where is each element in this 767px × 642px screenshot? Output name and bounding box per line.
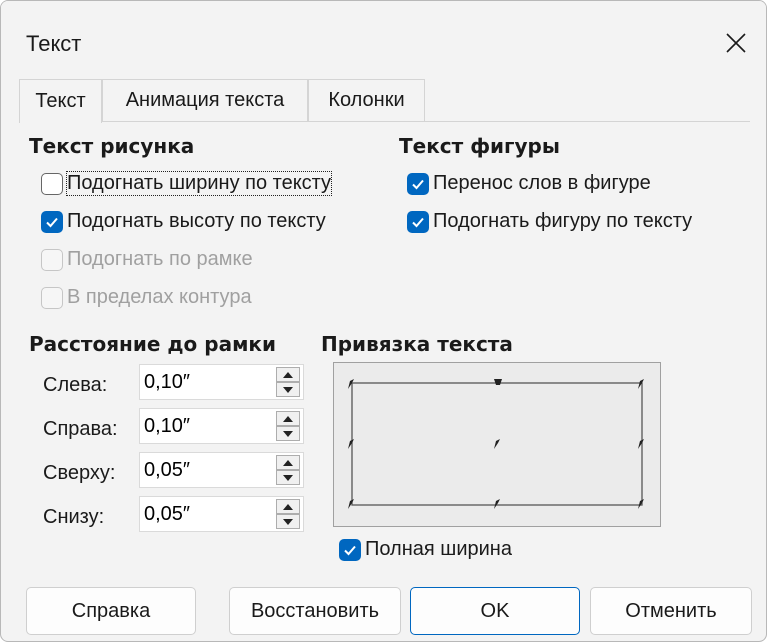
top-margin-input[interactable] — [144, 456, 264, 484]
arrow-down-icon — [283, 474, 293, 481]
bottom-margin-input[interactable] — [144, 500, 264, 528]
right-margin-label: Справа: — [43, 418, 118, 440]
anchor-grid — [348, 379, 644, 509]
anchor-point-middle-right[interactable] — [638, 439, 644, 449]
spin-up-button[interactable] — [276, 367, 300, 382]
cancel-button[interactable]: Отменить — [590, 587, 752, 635]
tab-text-animation[interactable]: Анимация текста — [102, 79, 308, 121]
fit-frame-checkbox — [41, 248, 63, 271]
spin-down-button[interactable] — [276, 382, 300, 397]
full-width-label: Полная ширина — [365, 538, 512, 560]
anchor-point-center[interactable] — [494, 439, 500, 449]
fit-shape-option[interactable]: Подогнать фигуру по тексту — [407, 210, 692, 233]
ok-button[interactable]: OK — [410, 587, 580, 635]
within-contour-checkbox — [41, 286, 63, 309]
top-margin-label: Сверху: — [43, 462, 116, 484]
fit-shape-checkbox[interactable] — [407, 210, 429, 233]
word-wrap-label: Перенос слов в фигуре — [433, 172, 651, 194]
fit-height-option[interactable]: Подогнать высоту по тексту — [41, 210, 326, 233]
word-wrap-option[interactable]: Перенос слов в фигуре — [407, 172, 651, 195]
spin-up-button[interactable] — [276, 411, 300, 426]
within-contour-label: В пределах контура — [67, 286, 252, 308]
within-contour-option: В пределах контура — [41, 286, 252, 309]
tab-panel: Текст рисунка Подогнать ширину по тексту… — [19, 121, 750, 577]
arrow-down-icon — [283, 386, 293, 393]
fit-shape-label: Подогнать фигуру по тексту — [433, 210, 693, 232]
arrow-up-icon — [283, 503, 293, 510]
spin-up-button[interactable] — [276, 455, 300, 470]
dialog-title: Текст — [26, 31, 82, 56]
spin-up-button[interactable] — [276, 499, 300, 514]
anchor-heading: Привязка текста — [321, 332, 513, 356]
bottom-margin-label: Снизу: — [43, 506, 105, 528]
spin-down-button[interactable] — [276, 426, 300, 441]
restore-button[interactable]: Восстановить — [229, 587, 401, 635]
left-margin-label: Слева: — [43, 374, 108, 396]
anchor-point-top-left[interactable] — [348, 379, 354, 389]
help-button[interactable]: Справка — [26, 587, 196, 635]
anchor-point-bottom-left[interactable] — [348, 499, 354, 509]
checkmark-icon — [344, 545, 356, 555]
fit-width-option[interactable]: Подогнать ширину по тексту — [41, 171, 333, 196]
anchor-point-bottom-center[interactable] — [494, 499, 500, 509]
text-dialog: Текст Текст Анимация текста Колонки Текс… — [0, 0, 767, 642]
bottom-margin-spinner — [139, 496, 304, 532]
anchor-point-middle-left[interactable] — [348, 439, 354, 449]
margins-heading: Расстояние до рамки — [29, 332, 277, 356]
close-icon — [726, 33, 746, 53]
title-bar: Текст — [1, 1, 766, 79]
checkmark-icon — [46, 217, 58, 227]
arrow-down-icon — [283, 518, 293, 525]
fit-width-checkbox[interactable] — [41, 172, 63, 195]
full-width-option[interactable]: Полная ширина — [339, 538, 512, 561]
anchor-preview — [333, 362, 661, 527]
full-width-checkbox[interactable] — [339, 538, 361, 561]
top-margin-spinner — [139, 452, 304, 488]
fit-frame-label: Подогнать по рамке — [67, 248, 253, 270]
word-wrap-checkbox[interactable] — [407, 172, 429, 195]
checkmark-icon — [412, 179, 424, 189]
left-margin-spinner — [139, 364, 304, 400]
right-margin-input[interactable] — [144, 412, 264, 440]
close-button[interactable] — [716, 23, 756, 63]
spin-down-button[interactable] — [276, 514, 300, 529]
arrow-up-icon — [283, 371, 293, 378]
spin-down-button[interactable] — [276, 470, 300, 485]
fit-frame-option: Подогнать по рамке — [41, 248, 253, 271]
tab-text[interactable]: Текст — [19, 79, 102, 123]
shape-text-heading: Текст фигуры — [399, 134, 560, 158]
left-margin-input[interactable] — [144, 368, 264, 396]
picture-text-heading: Текст рисунка — [29, 134, 195, 158]
anchor-point-bottom-right[interactable] — [638, 499, 644, 509]
fit-width-label: Подогнать ширину по тексту — [65, 171, 333, 196]
arrow-down-icon — [283, 430, 293, 437]
checkmark-icon — [412, 217, 424, 227]
arrow-up-icon — [283, 415, 293, 422]
anchor-point-top-center[interactable] — [494, 379, 502, 385]
right-margin-spinner — [139, 408, 304, 444]
tab-columns[interactable]: Колонки — [308, 79, 425, 121]
fit-height-label: Подогнать высоту по тексту — [67, 210, 326, 232]
fit-height-checkbox[interactable] — [41, 210, 63, 233]
anchor-point-top-right[interactable] — [638, 379, 644, 389]
arrow-up-icon — [283, 459, 293, 466]
